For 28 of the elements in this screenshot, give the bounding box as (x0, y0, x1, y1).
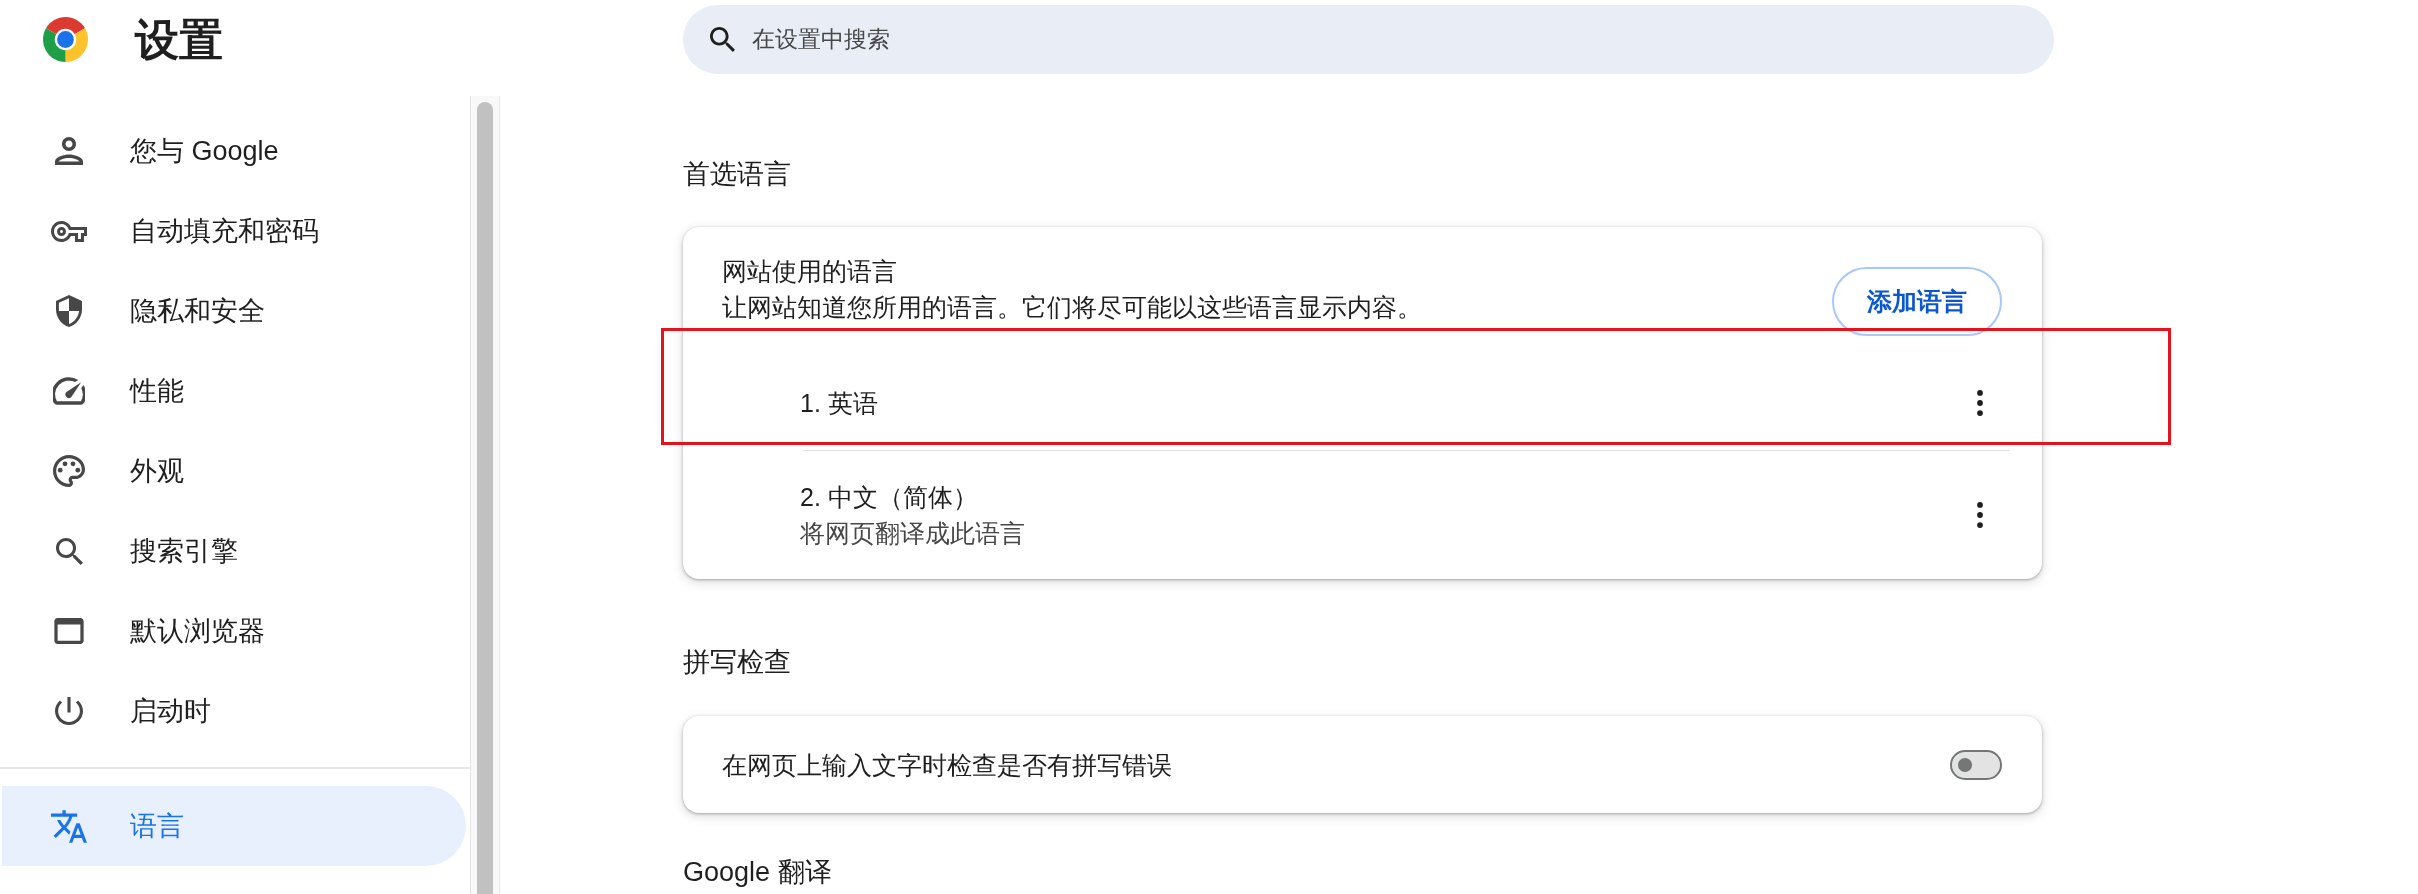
power-icon (55, 697, 83, 725)
search-field[interactable]: 在设置中搜索 (683, 5, 2054, 74)
more-vert-icon[interactable] (1977, 502, 1983, 528)
setting-label: 在网页上输入文字时检查是否有拼写错误 (722, 749, 1172, 781)
translate-icon (51, 809, 87, 843)
scrollbar-thumb[interactable] (477, 102, 493, 894)
add-language-button[interactable]: 添加语言 (1832, 267, 2002, 336)
card-description: 让网站知道您所用的语言。它们将尽可能以这些语言显示内容。 (722, 292, 1422, 323)
language-name: 2. 中文（简体） (800, 482, 979, 513)
more-vert-icon[interactable] (1977, 390, 1983, 416)
key-icon (51, 220, 87, 242)
search-icon (710, 27, 735, 52)
toggle-switch[interactable] (1950, 749, 2002, 780)
person-icon (55, 137, 83, 165)
language-name: 1. 英语 (800, 388, 878, 419)
gauge-icon (53, 377, 85, 405)
section-heading: 首选语言 (683, 159, 791, 189)
browser-window-icon (53, 618, 85, 644)
palette-icon (53, 455, 85, 487)
section-heading: Google 翻译 (683, 857, 832, 887)
section-heading: 拼写检查 (683, 647, 791, 677)
shield-icon (56, 295, 82, 327)
card-title: 网站使用的语言 (722, 256, 898, 287)
page-title: 设置 (135, 17, 223, 63)
language-note: 将网页翻译成此语言 (800, 518, 1025, 549)
search-icon (55, 537, 83, 565)
app-logo-icon (43, 17, 88, 62)
sidebar-item[interactable]: 语言 (2, 786, 466, 866)
